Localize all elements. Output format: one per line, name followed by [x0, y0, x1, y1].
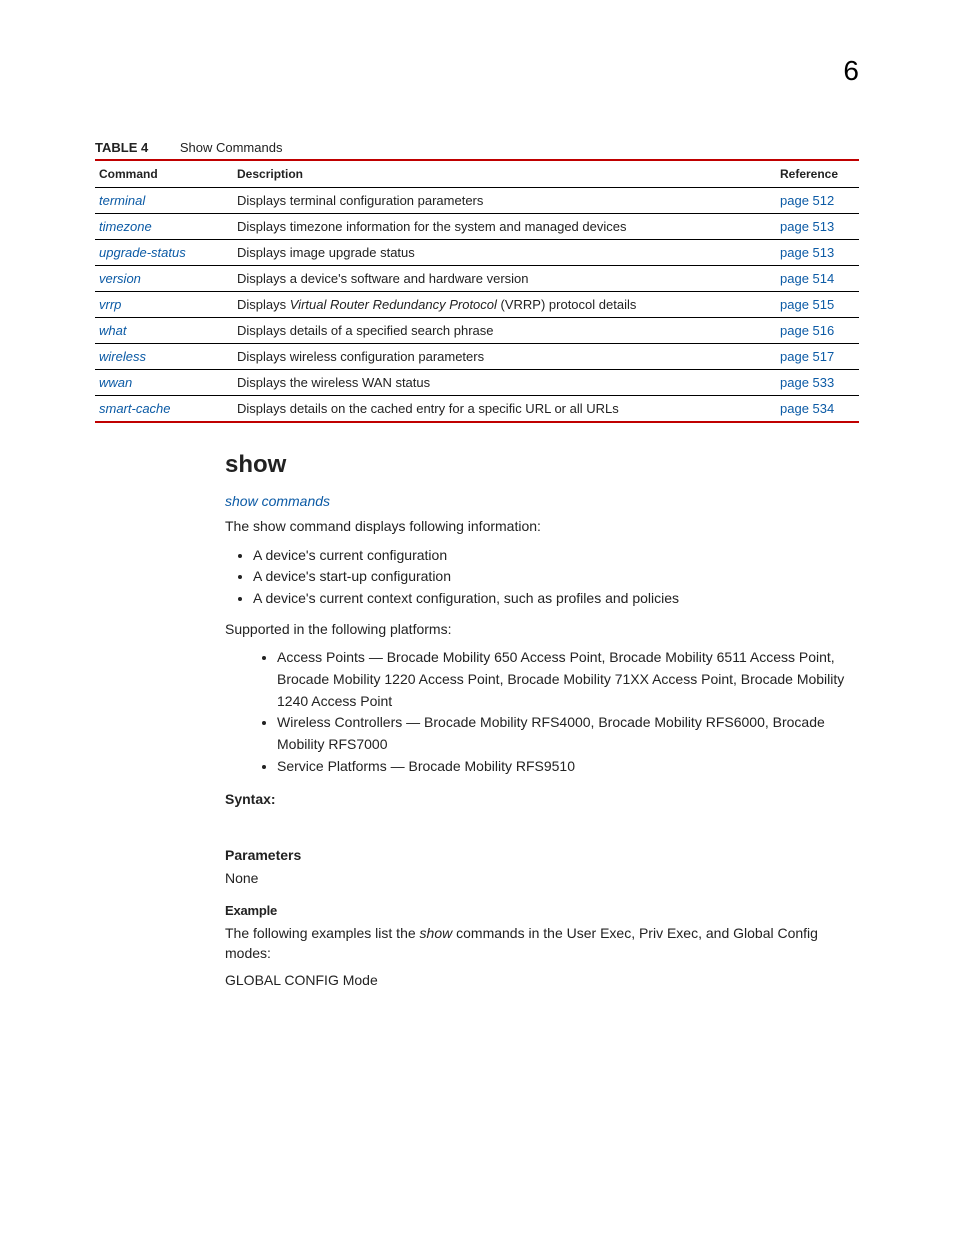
page: 6 TABLE 4 Show Commands Command Descript… — [0, 0, 954, 1235]
table-row: wireless Displays wireless configuration… — [95, 344, 859, 370]
desc-cell: Displays terminal configuration paramete… — [233, 188, 776, 214]
table-caption: TABLE 4 Show Commands — [95, 140, 859, 155]
cmd-link-vrrp[interactable]: vrrp — [99, 297, 121, 312]
table-row: version Displays a device's software and… — [95, 266, 859, 292]
cmd-link-upgrade-status[interactable]: upgrade-status — [99, 245, 186, 260]
ref-link[interactable]: page 512 — [780, 193, 834, 208]
cmd-link-timezone[interactable]: timezone — [99, 219, 152, 234]
table-label: TABLE 4 — [95, 140, 148, 155]
table-row: what Displays details of a specified sea… — [95, 318, 859, 344]
cmd-link-wireless[interactable]: wireless — [99, 349, 146, 364]
desc-cell: Displays a device's software and hardwar… — [233, 266, 776, 292]
show-commands-table: Command Description Reference terminal D… — [95, 159, 859, 423]
cmd-link-terminal[interactable]: terminal — [99, 193, 145, 208]
ref-link[interactable]: page 533 — [780, 375, 834, 390]
desc-cell: Displays Virtual Router Redundancy Proto… — [233, 292, 776, 318]
table-row: vrrp Displays Virtual Router Redundancy … — [95, 292, 859, 318]
table-row: terminal Displays terminal configuration… — [95, 188, 859, 214]
col-reference: Reference — [776, 160, 859, 188]
cmd-link-what[interactable]: what — [99, 323, 126, 338]
spacer — [225, 813, 859, 833]
cmd-link-version[interactable]: version — [99, 271, 141, 286]
ref-link[interactable]: page 513 — [780, 219, 834, 234]
desc-cell: Displays image upgrade status — [233, 240, 776, 266]
list-item: Wireless Controllers — Brocade Mobility … — [277, 712, 859, 755]
col-command: Command — [95, 160, 233, 188]
table-title: Show Commands — [180, 140, 283, 155]
desc-cell: Displays timezone information for the sy… — [233, 214, 776, 240]
page-number: 6 — [843, 55, 859, 87]
section-body: show show commands The show command disp… — [225, 451, 859, 991]
example-intro: The following examples list the show com… — [225, 924, 859, 963]
bullet-list-1: A device's current configuration A devic… — [225, 545, 859, 610]
list-item: Service Platforms — Brocade Mobility RFS… — [277, 756, 859, 778]
intro-paragraph: The show command displays following info… — [225, 517, 859, 537]
section-heading-show: show — [225, 451, 859, 479]
table-header-row: Command Description Reference — [95, 160, 859, 188]
bullet-list-2: Access Points — Brocade Mobility 650 Acc… — [225, 647, 859, 777]
desc-cell: Displays the wireless WAN status — [233, 370, 776, 396]
table-row: upgrade-status Displays image upgrade st… — [95, 240, 859, 266]
supported-intro: Supported in the following platforms: — [225, 620, 859, 640]
cmd-link-wwan[interactable]: wwan — [99, 375, 132, 390]
col-description: Description — [233, 160, 776, 188]
ref-link[interactable]: page 534 — [780, 401, 834, 416]
table-row: wwan Displays the wireless WAN status pa… — [95, 370, 859, 396]
section-sublink[interactable]: show commands — [225, 493, 859, 509]
desc-cell: Displays details on the cached entry for… — [233, 396, 776, 423]
table-row: timezone Displays timezone information f… — [95, 214, 859, 240]
list-item: Access Points — Brocade Mobility 650 Acc… — [277, 647, 859, 712]
italic-span: Virtual Router Redundancy Protocol — [290, 297, 497, 312]
list-item: A device's current context configuration… — [253, 588, 859, 610]
ref-link[interactable]: page 515 — [780, 297, 834, 312]
table-row: smart-cache Displays details on the cach… — [95, 396, 859, 423]
italic-span: show — [420, 925, 453, 941]
cmd-link-smart-cache[interactable]: smart-cache — [99, 401, 171, 416]
ref-link[interactable]: page 517 — [780, 349, 834, 364]
ref-link[interactable]: page 516 — [780, 323, 834, 338]
global-config-mode: GLOBAL CONFIG Mode — [225, 971, 859, 991]
list-item: A device's current configuration — [253, 545, 859, 567]
parameters-body: None — [225, 869, 859, 889]
parameters-heading: Parameters — [225, 847, 859, 863]
example-heading: Example — [225, 903, 859, 918]
ref-link[interactable]: page 513 — [780, 245, 834, 260]
ref-link[interactable]: page 514 — [780, 271, 834, 286]
syntax-heading: Syntax: — [225, 791, 859, 807]
desc-cell: Displays wireless configuration paramete… — [233, 344, 776, 370]
list-item: A device's start-up configuration — [253, 566, 859, 588]
desc-cell: Displays details of a specified search p… — [233, 318, 776, 344]
